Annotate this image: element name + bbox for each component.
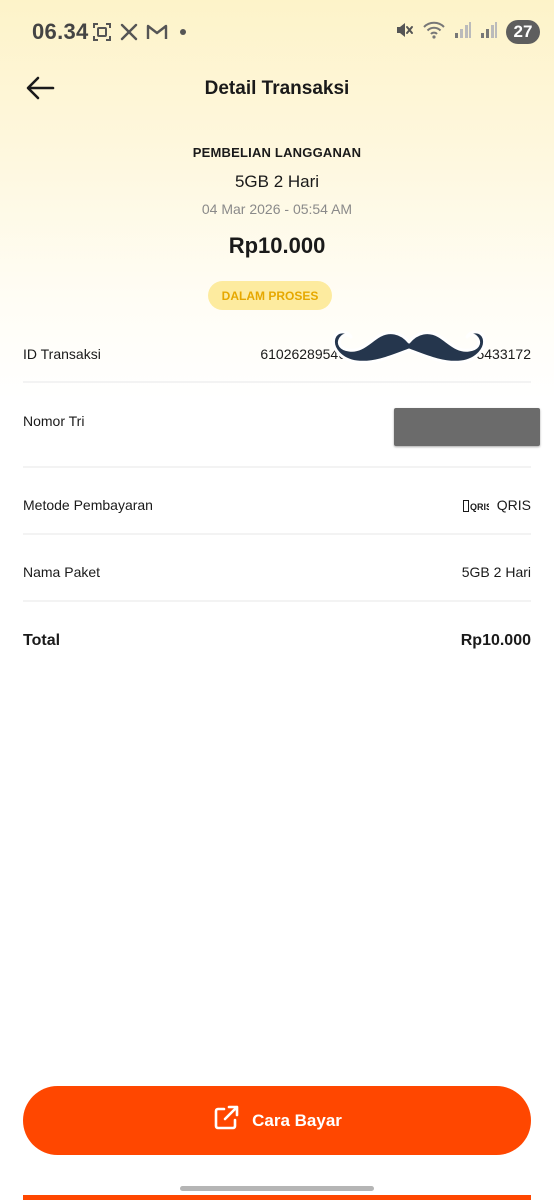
qris-logo: QRIS	[462, 500, 489, 513]
payment-method-value: QRIS QRIS	[462, 497, 531, 513]
gesture-navigation-bar[interactable]	[180, 1186, 374, 1191]
row-label-transaction-id: ID Transaksi	[23, 346, 101, 362]
row-label-phone-number: Nomor Tri	[23, 413, 85, 429]
mustache-sticker-icon	[331, 322, 487, 375]
notification-dot-icon	[180, 29, 186, 35]
row-label-payment-method: Metode Pembayaran	[23, 497, 153, 513]
status-right-icons: 27	[394, 18, 540, 46]
purchase-type: PEMBELIAN LANGGANAN	[192, 145, 362, 160]
status-bar: 06.34 27	[0, 0, 554, 64]
divider	[23, 381, 531, 383]
row-payment-method: Metode Pembayaran QRIS QRIS	[23, 497, 531, 517]
signal-icon	[454, 21, 472, 44]
status-badge: DALAM PROSES	[208, 281, 332, 310]
total-value: Rp10.000	[460, 632, 531, 649]
divider	[23, 533, 531, 535]
battery-indicator: 27	[506, 20, 540, 44]
cara-bayar-button[interactable]: Cara Bayar	[23, 1086, 531, 1155]
row-package-name: Nama Paket 5GB 2 Hari	[23, 564, 531, 584]
row-label-package-name: Nama Paket	[23, 564, 101, 580]
status-left-icons	[92, 20, 186, 44]
x-app-icon	[120, 23, 138, 41]
total-label: Total	[23, 632, 61, 649]
divider	[23, 600, 531, 602]
gmail-icon	[146, 23, 168, 41]
transaction-date: 04 Mar 2026 - 05:54 AM	[201, 201, 353, 217]
wifi-icon	[422, 20, 446, 45]
bottom-button-peek	[23, 1195, 531, 1200]
redacted-phone-number	[394, 408, 540, 446]
payment-method-text: QRIS	[496, 497, 531, 513]
signal-icon-2	[480, 21, 498, 44]
page-title: Detail Transaksi	[204, 78, 350, 99]
package-name-value: 5GB 2 Hari	[461, 564, 531, 580]
cara-bayar-label: Cara Bayar	[252, 1110, 342, 1130]
divider	[23, 466, 531, 468]
package-name: 5GB 2 Hari	[234, 172, 320, 191]
mute-icon	[394, 20, 414, 45]
external-link-icon	[212, 1104, 240, 1137]
transaction-amount: Rp10.000	[228, 233, 326, 258]
status-time: 06.34	[32, 19, 89, 44]
row-total: Total Rp10.000	[23, 632, 531, 652]
screenshot-icon	[92, 22, 112, 42]
qris-logo-text: QRIS	[470, 502, 489, 512]
